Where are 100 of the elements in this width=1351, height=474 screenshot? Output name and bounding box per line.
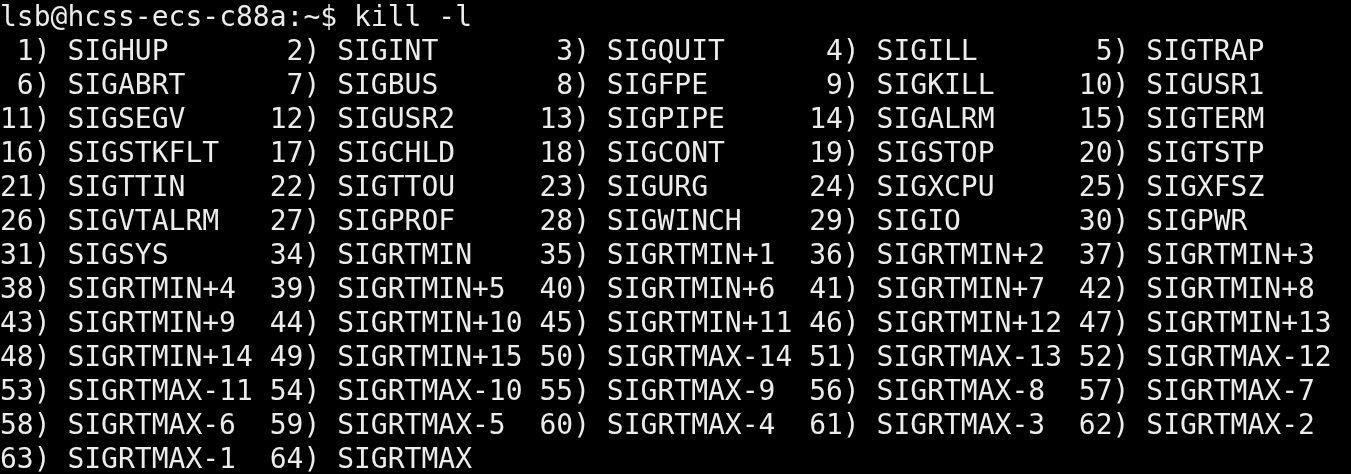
signal-number: 19) bbox=[809, 136, 860, 170]
signal-number: 15) bbox=[1078, 102, 1130, 136]
signal-number: 36) bbox=[809, 238, 860, 272]
signal-name: SIGKILL bbox=[876, 68, 995, 102]
signal-name: SIGRTMIN+5 bbox=[337, 272, 506, 306]
signal-number: 10) bbox=[1078, 68, 1130, 102]
signal-name: SIGSTKFLT bbox=[67, 136, 220, 170]
signal-name: SIGVTALRM bbox=[67, 204, 220, 238]
signal-number: 52) bbox=[1078, 340, 1130, 374]
signal-name: SIGRTMIN bbox=[337, 238, 472, 272]
signal-name: SIGSTOP bbox=[876, 136, 995, 170]
signal-name: SIGRTMIN+9 bbox=[67, 306, 236, 340]
signal-number: 47) bbox=[1078, 306, 1130, 340]
signal-name: SIGRTMAX-12 bbox=[1146, 340, 1332, 374]
signal-number: 34) bbox=[269, 238, 321, 272]
signal-number: 5) bbox=[1094, 34, 1130, 68]
signal-name: SIGRTMAX-1 bbox=[67, 442, 236, 474]
signal-name: SIGRTMAX-8 bbox=[876, 374, 1046, 408]
signal-number: 23) bbox=[539, 170, 590, 204]
signal-name: SIGPROF bbox=[337, 204, 456, 238]
signal-number: 12) bbox=[269, 102, 321, 136]
signal-name: SIGIO bbox=[876, 204, 961, 238]
signal-number: 25) bbox=[1078, 170, 1130, 204]
signal-number: 13) bbox=[539, 102, 590, 136]
signal-name: SIGTRAP bbox=[1146, 34, 1265, 68]
signal-number: 37) bbox=[1078, 238, 1130, 272]
signal-name: SIGRTMIN+8 bbox=[1146, 272, 1315, 306]
signal-name: SIGRTMIN+15 bbox=[337, 340, 523, 374]
signal-name: SIGWINCH bbox=[606, 204, 742, 238]
signal-name: SIGRTMAX-3 bbox=[876, 408, 1046, 442]
signal-name: SIGRTMAX-5 bbox=[337, 408, 506, 442]
signal-number: 60) bbox=[539, 408, 590, 442]
signal-name: SIGTSTP bbox=[1146, 136, 1265, 170]
signal-name: SIGALRM bbox=[876, 102, 995, 136]
signal-name: SIGTERM bbox=[1146, 102, 1265, 136]
signal-number: 9) bbox=[825, 68, 860, 102]
signal-name: SIGRTMIN+10 bbox=[337, 306, 523, 340]
signal-name: SIGRTMAX-6 bbox=[67, 408, 236, 442]
signal-number: 43) bbox=[0, 306, 51, 340]
signal-number: 64) bbox=[269, 442, 321, 474]
command-text: kill -l bbox=[354, 0, 472, 34]
signal-number: 40) bbox=[539, 272, 590, 306]
signal-name: SIGFPE bbox=[606, 68, 708, 102]
signal-name: SIGPIPE bbox=[606, 102, 725, 136]
signal-number: 41) bbox=[809, 272, 860, 306]
signal-name: SIGRTMAX-14 bbox=[606, 340, 793, 374]
signal-number: 49) bbox=[269, 340, 321, 374]
signal-name: SIGUSR1 bbox=[1146, 68, 1265, 102]
signal-number: 14) bbox=[809, 102, 860, 136]
signal-name: SIGRTMIN+7 bbox=[876, 272, 1046, 306]
signal-number: 46) bbox=[809, 306, 860, 340]
signal-number: 35) bbox=[539, 238, 590, 272]
signal-number: 42) bbox=[1078, 272, 1130, 306]
signal-number: 6) bbox=[15, 68, 51, 102]
signal-number: 24) bbox=[809, 170, 860, 204]
signal-name: SIGURG bbox=[606, 170, 708, 204]
signal-number: 16) bbox=[0, 136, 51, 170]
signal-number: 39) bbox=[269, 272, 321, 306]
signal-name: SIGRTMAX-9 bbox=[606, 374, 776, 408]
signal-number: 57) bbox=[1078, 374, 1130, 408]
signal-number: 18) bbox=[539, 136, 590, 170]
signal-name: SIGINT bbox=[337, 34, 439, 68]
signal-number: 45) bbox=[539, 306, 590, 340]
signal-number: 53) bbox=[0, 374, 51, 408]
signal-number: 2) bbox=[285, 34, 321, 68]
signal-name: SIGBUS bbox=[337, 68, 439, 102]
signal-name: SIGPWR bbox=[1146, 204, 1248, 238]
signal-name: SIGSYS bbox=[67, 238, 169, 272]
signal-number: 63) bbox=[0, 442, 51, 474]
signal-number: 62) bbox=[1078, 408, 1130, 442]
signal-name: SIGABRT bbox=[67, 68, 186, 102]
signal-name: SIGRTMIN+2 bbox=[876, 238, 1046, 272]
signal-name: SIGTTIN bbox=[67, 170, 186, 204]
signal-name: SIGRTMAX-13 bbox=[876, 340, 1062, 374]
signal-name: SIGRTMAX-10 bbox=[337, 374, 523, 408]
signal-name: SIGRTMAX-2 bbox=[1146, 408, 1315, 442]
signal-name: SIGRTMIN+3 bbox=[1146, 238, 1315, 272]
signal-name: SIGUSR2 bbox=[337, 102, 456, 136]
signal-number: 30) bbox=[1078, 204, 1130, 238]
signal-number: 27) bbox=[269, 204, 321, 238]
signal-number: 17) bbox=[269, 136, 321, 170]
signal-number: 55) bbox=[539, 374, 590, 408]
signal-number: 21) bbox=[0, 170, 51, 204]
signal-name: SIGRTMIN+12 bbox=[876, 306, 1062, 340]
signal-number: 56) bbox=[809, 374, 860, 408]
signal-name: SIGRTMIN+14 bbox=[67, 340, 253, 374]
signal-name: SIGQUIT bbox=[606, 34, 725, 68]
signal-name: SIGRTMAX-11 bbox=[67, 374, 253, 408]
signal-number: 59) bbox=[269, 408, 321, 442]
signal-number: 51) bbox=[809, 340, 860, 374]
signal-name: SIGHUP bbox=[67, 34, 169, 68]
signal-name: SIGRTMAX bbox=[337, 442, 472, 474]
signal-number: 1) bbox=[15, 34, 51, 68]
signal-number: 26) bbox=[0, 204, 51, 238]
signal-name: SIGILL bbox=[876, 34, 978, 68]
signal-number: 8) bbox=[555, 68, 590, 102]
signal-number: 20) bbox=[1078, 136, 1130, 170]
signal-name: SIGRTMIN+1 bbox=[606, 238, 776, 272]
shell-prompt: lsb@hcss-ecs-c88a:~$ bbox=[0, 0, 338, 34]
signal-name: SIGXFSZ bbox=[1146, 170, 1265, 204]
